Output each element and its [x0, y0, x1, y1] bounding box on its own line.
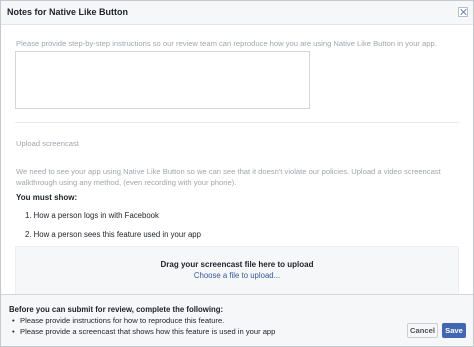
dialog-title: Notes for Native Like Button [7, 7, 129, 17]
checklist-item: • Please provide instructions for how to … [12, 316, 224, 325]
screencast-description: We need to see your app using Native Lik… [16, 167, 441, 187]
bullet-icon: • [12, 316, 15, 325]
choose-file-link[interactable]: Choose a file to upload... [16, 271, 458, 280]
cancel-button[interactable]: Cancel [407, 323, 438, 338]
bullet-icon: • [12, 327, 15, 336]
notes-dialog: Notes for Native Like Button Please prov… [0, 0, 474, 347]
close-icon[interactable] [458, 7, 468, 17]
requirement-step: 2. How a person sees this feature used i… [25, 230, 201, 239]
must-show-heading: You must show: [16, 193, 78, 202]
dropzone-title: Drag your screencast file here to upload [160, 260, 314, 269]
footer-checklist-title: Before you can submit for review, comple… [9, 305, 224, 314]
instructions-label: Please provide step-by-step instructions… [16, 39, 437, 48]
upload-screencast-label: Upload screencast [16, 139, 79, 148]
instructions-textarea[interactable] [15, 51, 310, 109]
requirement-step: 1. How a person logs in with Facebook [25, 211, 159, 220]
section-divider [15, 122, 459, 123]
dialog-footer: Before you can submit for review, comple… [1, 294, 473, 346]
checklist-item-text: Please provide a screencast that shows h… [20, 327, 276, 336]
dialog-header: Notes for Native Like Button [1, 1, 473, 25]
checklist-item-text: Please provide instructions for how to r… [20, 316, 225, 325]
save-button[interactable]: Save [442, 323, 466, 338]
checklist-item: • Please provide a screencast that shows … [12, 327, 275, 336]
